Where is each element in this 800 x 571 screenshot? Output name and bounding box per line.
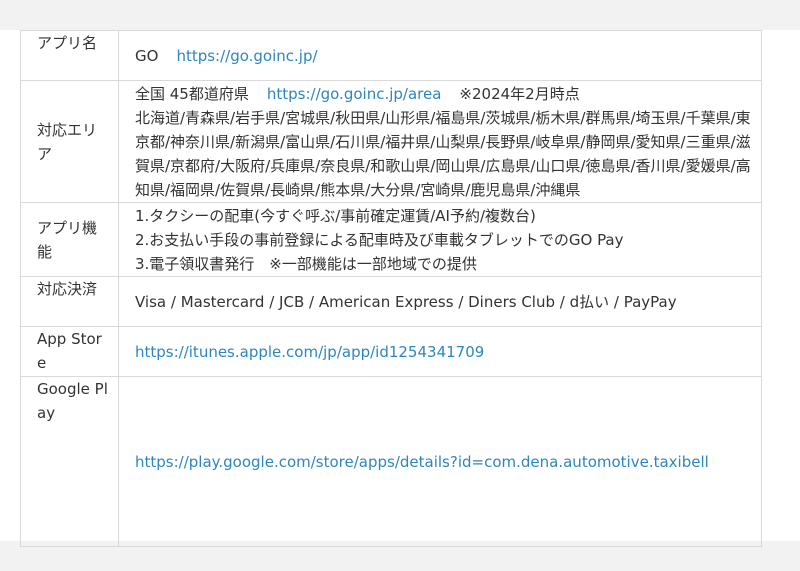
row-label-google-play: Google Play	[20, 376, 119, 547]
table-row: アプリ名 GO https://go.goinc.jp/	[20, 30, 762, 81]
row-label-area: 対応エリア	[20, 80, 119, 203]
table-row: 対応エリア 全国 45都道府県 https://go.goinc.jp/area ※…	[20, 80, 762, 203]
google-play-link[interactable]: https://play.google.com/store/apps/detai…	[135, 453, 709, 471]
row-value-app-name: GO https://go.goinc.jp/	[118, 30, 762, 81]
row-label-payment: 対応決済	[20, 276, 119, 327]
row-value-area: 全国 45都道府県 https://go.goinc.jp/area ※2024年2…	[118, 80, 762, 203]
app-info-table: アプリ名 GO https://go.goinc.jp/ 対応エリア 全国 45都…	[20, 30, 762, 547]
row-value-payment: Visa / Mastercard / JCB / American Expre…	[118, 276, 762, 327]
row-label-app-store: App Store	[20, 326, 119, 377]
area-summary: 全国 45都道府県	[135, 84, 249, 103]
table-row: Google Play https://play.google.com/stor…	[20, 376, 762, 547]
row-value-features: 1.タクシーの配車(今すぐ呼ぶ/事前確定運賃/AI予約/複数台) 2.お支払い手…	[118, 202, 762, 277]
app-store-link[interactable]: https://itunes.apple.com/jp/app/id125434…	[135, 343, 484, 361]
app-official-link[interactable]: https://go.goinc.jp/	[176, 47, 317, 65]
area-summary-line: 全国 45都道府県 https://go.goinc.jp/area ※2024年2…	[135, 82, 751, 106]
row-label-app-name: アプリ名	[20, 30, 119, 81]
table-row: アプリ機能 1.タクシーの配車(今すぐ呼ぶ/事前確定運賃/AI予約/複数台) 2…	[20, 202, 762, 277]
table-row: App Store https://itunes.apple.com/jp/ap…	[20, 326, 762, 377]
app-name-text: GO	[135, 46, 159, 65]
area-note: ※2024年2月時点	[459, 84, 580, 103]
row-value-google-play: https://play.google.com/store/apps/detai…	[118, 376, 762, 547]
feature-item: 2.お支払い手段の事前登録による配車時及び車載タブレットでのGO Pay	[135, 230, 624, 249]
row-value-app-store: https://itunes.apple.com/jp/app/id125434…	[118, 326, 762, 377]
feature-item: 1.タクシーの配車(今すぐ呼ぶ/事前確定運賃/AI予約/複数台)	[135, 206, 536, 225]
row-label-features: アプリ機能	[20, 202, 119, 277]
table-row: 対応決済 Visa / Mastercard / JCB / American …	[20, 276, 762, 327]
payment-methods: Visa / Mastercard / JCB / American Expre…	[135, 292, 677, 311]
area-prefecture-list: 北海道/青森県/岩手県/宮城県/秋田県/山形県/福島県/茨城県/栃木県/群馬県/…	[135, 108, 751, 199]
page-content: アプリ名 GO https://go.goinc.jp/ 対応エリア 全国 45都…	[0, 30, 800, 547]
feature-item: 3.電子領収書発行 ※一部機能は一部地域での提供	[135, 254, 477, 273]
area-link[interactable]: https://go.goinc.jp/area	[267, 85, 442, 103]
